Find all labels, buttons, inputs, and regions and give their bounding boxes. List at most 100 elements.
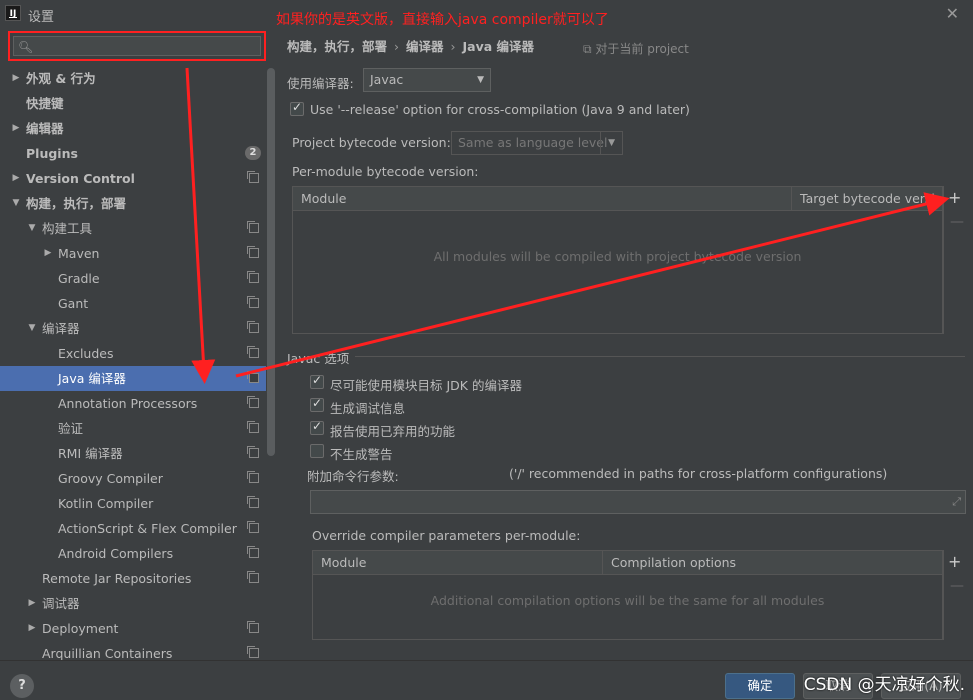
tree-item[interactable]: Excludes (0, 341, 266, 366)
tree-item[interactable]: Plugins 2 (0, 141, 266, 166)
tree-item[interactable]: Remote Jar Repositories (0, 566, 266, 591)
bytecode-version-select[interactable]: Same as language level ▼ (451, 131, 623, 155)
breadcrumb-separator: › (394, 39, 400, 54)
table-header: Module Compilation options (313, 551, 942, 575)
tree-item-label: 调试器 (42, 596, 80, 611)
search-highlight-box: 🔍︎ (8, 31, 266, 61)
chevron-right-icon[interactable]: ▶ (42, 241, 54, 266)
add-icon[interactable]: + (948, 552, 961, 571)
tree-item[interactable]: ▶ Deployment (0, 616, 266, 641)
project-settings-icon (247, 396, 259, 408)
breadcrumb: 构建，执行，部署 › 编译器 › Java 编译器 (287, 36, 534, 55)
tree-item[interactable]: ▶ 调试器 (0, 591, 266, 616)
tree-item[interactable]: Java 编译器 (0, 366, 266, 391)
tree-item[interactable]: Annotation Processors (0, 391, 266, 416)
no-warnings-checkbox[interactable] (310, 444, 324, 458)
remove-icon[interactable]: — (950, 578, 964, 594)
breadcrumb-separator: › (450, 39, 456, 54)
project-settings-icon (247, 546, 259, 558)
chevron-down-icon[interactable]: ▼ (10, 191, 22, 216)
add-icon[interactable]: + (948, 188, 961, 207)
tree-item-label: Excludes (58, 346, 114, 361)
column-module[interactable]: Module (293, 187, 791, 211)
remove-icon[interactable]: — (950, 214, 964, 230)
chevron-down-icon[interactable]: ▼ (26, 216, 38, 241)
compiler-select[interactable]: Javac ▼ (363, 68, 491, 92)
tree-item-label: Groovy Compiler (58, 471, 163, 486)
override-table-toolbar: + — (943, 550, 965, 640)
tree-item-label: 编译器 (42, 321, 80, 336)
tree-item[interactable]: Groovy Compiler (0, 466, 266, 491)
update-count-badge: 2 (245, 146, 261, 160)
project-scope-label: ⧉ 对于当前 project (583, 42, 689, 56)
tree-item[interactable]: ▶ 外观 & 行为 (0, 66, 266, 91)
tree-item-label: Remote Jar Repositories (42, 571, 192, 586)
search-input[interactable] (36, 38, 256, 54)
compiler-select-value: Javac (370, 72, 404, 87)
window-title: 设置 (28, 10, 55, 25)
intellij-logo-icon: IJ (5, 5, 21, 21)
project-settings-icon (247, 321, 259, 333)
chevron-right-icon[interactable]: ▶ (10, 66, 22, 91)
project-settings-icon (247, 646, 259, 658)
chevron-right-icon[interactable]: ▶ (10, 116, 22, 141)
table-header: Module Target bytecode version (293, 187, 943, 211)
tree-item-label: ActionScript & Flex Compiler (58, 521, 237, 536)
search-icon: 🔍︎ (18, 40, 34, 54)
tree-item[interactable]: Gant (0, 291, 266, 316)
breadcrumb-part-java-compiler: Java 编译器 (462, 39, 535, 54)
deprecation-checkbox[interactable] (310, 419, 324, 435)
tree-item[interactable]: 快捷键 (0, 91, 266, 116)
project-settings-icon (247, 171, 259, 183)
annotation-text: 如果你的是英文版，直接输入java compiler就可以了 (276, 12, 609, 28)
column-compilation-options[interactable]: Compilation options (602, 551, 942, 575)
tree-item[interactable]: Gradle (0, 266, 266, 291)
expand-icon[interactable]: ⤢ (952, 495, 961, 509)
additional-args-hint: ('/' recommended in paths for cross-plat… (509, 466, 888, 481)
tree-item[interactable]: ▼ 编译器 (0, 316, 266, 341)
tree-item[interactable]: Kotlin Compiler (0, 491, 266, 516)
chevron-right-icon[interactable]: ▶ (26, 591, 38, 616)
tree-item-label: Java 编译器 (58, 371, 126, 386)
tree-item[interactable]: 验证 (0, 416, 266, 441)
tree-item-label: 构建，执行，部署 (26, 196, 127, 211)
tree-item[interactable]: ▶ 编辑器 (0, 116, 266, 141)
tree-item-label: 编辑器 (26, 121, 64, 136)
tree-item[interactable]: ▼ 构建，执行，部署 (0, 191, 266, 216)
module-target-jdk-checkbox[interactable] (310, 373, 324, 389)
table-empty-text: Additional compilation options will be t… (430, 593, 825, 608)
close-icon[interactable]: ✕ (946, 4, 959, 23)
column-module[interactable]: Module (313, 551, 602, 575)
search-field[interactable]: 🔍︎ (13, 36, 261, 56)
project-settings-icon (247, 246, 259, 258)
chevron-right-icon[interactable]: ▶ (26, 616, 38, 641)
additional-args-label: 附加命令行参数: (307, 469, 399, 484)
release-option-checkbox[interactable] (290, 100, 304, 116)
tree-item-label: Maven (58, 246, 100, 261)
per-module-bytecode-table[interactable]: Module Target bytecode version All modul… (292, 186, 943, 334)
tree-item[interactable]: ▶ Version Control (0, 166, 266, 191)
ok-button[interactable]: 确定 (725, 673, 795, 699)
column-target-bytecode[interactable]: Target bytecode version (791, 187, 943, 211)
override-params-table[interactable]: Module Compilation options Additional co… (312, 550, 943, 640)
chevron-right-icon[interactable]: ▶ (10, 166, 22, 191)
use-compiler-label: 使用编译器: (287, 76, 354, 91)
per-module-table-toolbar: + — (943, 186, 965, 334)
tree-item[interactable]: Arquillian Containers (0, 641, 266, 660)
tree-item[interactable]: RMI 编译器 (0, 441, 266, 466)
tree-scrollbar[interactable] (267, 68, 275, 456)
tree-item-label: Annotation Processors (58, 396, 198, 411)
settings-tree: ▶ 外观 & 行为 快捷键 ▶ 编辑器 Plugins 2 ▶ Version Control ▼… (0, 66, 266, 660)
tree-item-label: Version Control (26, 171, 135, 186)
additional-args-input[interactable]: ⤢ (310, 490, 966, 514)
tree-item-label: 构建工具 (42, 221, 93, 236)
tree-item[interactable]: ▼ 构建工具 (0, 216, 266, 241)
no-warnings-label: 不生成警告 (330, 447, 393, 462)
release-option-label: Use '--release' option for cross-compila… (310, 102, 690, 117)
chevron-down-icon[interactable]: ▼ (26, 316, 38, 341)
tree-item[interactable]: ▶ Maven (0, 241, 266, 266)
debug-info-checkbox[interactable] (310, 396, 324, 412)
tree-item[interactable]: ActionScript & Flex Compiler (0, 516, 266, 541)
tree-item[interactable]: Android Compilers (0, 541, 266, 566)
help-button[interactable]: ? (10, 674, 34, 698)
